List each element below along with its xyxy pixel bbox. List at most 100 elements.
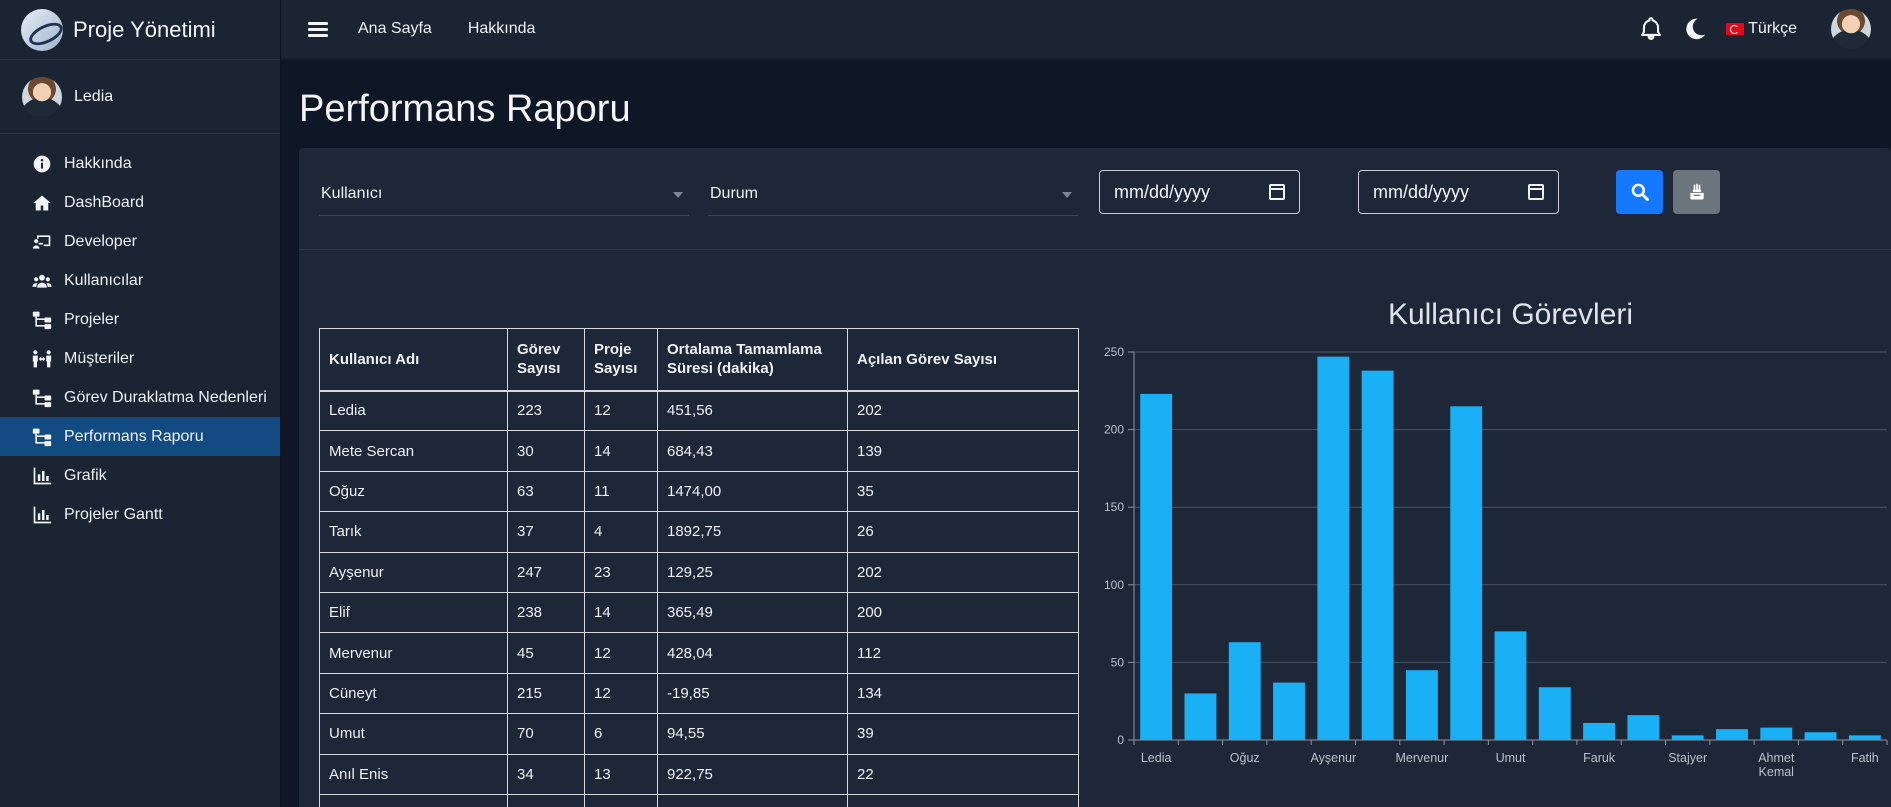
user-panel[interactable]: Ledia bbox=[0, 60, 280, 134]
bar-11[interactable] bbox=[1627, 715, 1660, 740]
table-row: Elif 238 14 365,49 200 bbox=[319, 591, 1079, 634]
people-arrows-icon bbox=[30, 349, 54, 369]
y-tick-label: 50 bbox=[1111, 655, 1125, 669]
bar-0[interactable] bbox=[1140, 393, 1173, 740]
clear-filters-button[interactable] bbox=[1673, 170, 1720, 214]
cell-task-count: 30 bbox=[507, 430, 585, 472]
start-date-input[interactable]: mm/dd/yyyy bbox=[1099, 170, 1300, 214]
sidebar-item-9[interactable]: Projeler Gantt bbox=[0, 495, 280, 534]
bar-4[interactable] bbox=[1317, 356, 1350, 740]
column-header-opened-tasks[interactable]: Açılan Görev Sayısı bbox=[847, 328, 1079, 392]
bar-2[interactable] bbox=[1228, 642, 1261, 740]
sidebar-item-label: Performans Raporu bbox=[64, 427, 204, 445]
sidebar-item-label: Developer bbox=[64, 232, 137, 250]
cell-task-count: 63 bbox=[507, 470, 585, 513]
bar-16[interactable] bbox=[1848, 735, 1881, 740]
sidebar-item-2[interactable]: Developer bbox=[0, 222, 280, 261]
sidebar-item-4[interactable]: Projeler bbox=[0, 300, 280, 339]
cell-user: Elif bbox=[319, 591, 508, 634]
cell-opened-tasks: 22 bbox=[847, 753, 1079, 795]
bell-icon[interactable] bbox=[1638, 16, 1664, 42]
bar-6[interactable] bbox=[1405, 670, 1438, 740]
bar-12[interactable] bbox=[1671, 735, 1704, 740]
end-date-value: mm/dd/yyyy bbox=[1373, 181, 1470, 202]
end-date-input[interactable]: mm/dd/yyyy bbox=[1358, 170, 1559, 214]
user-name: Ledia bbox=[74, 87, 114, 105]
cell-project-count: 23 bbox=[584, 551, 658, 593]
nav-about-link[interactable]: Hakkında bbox=[468, 20, 536, 38]
status-select[interactable]: Durum bbox=[708, 172, 1078, 216]
cell-task-count: 70 bbox=[507, 713, 585, 755]
menu-toggle-icon[interactable] bbox=[308, 19, 328, 40]
bar-9[interactable] bbox=[1538, 687, 1571, 740]
cell-avg-completion: -19,85 bbox=[657, 672, 848, 715]
users-icon bbox=[30, 271, 54, 291]
cell-project-count: 4 bbox=[584, 511, 658, 553]
cell-avg-completion: 94,55 bbox=[657, 713, 848, 755]
table-row bbox=[319, 793, 1079, 807]
cell-user: Anıl Enis bbox=[319, 753, 508, 795]
profile-avatar[interactable] bbox=[1831, 9, 1871, 49]
cell-opened-tasks: 26 bbox=[847, 511, 1079, 553]
page-title: Performans Raporu bbox=[299, 88, 631, 130]
column-header-user[interactable]: Kullanıcı Adı bbox=[319, 328, 508, 392]
turkey-flag-icon bbox=[1726, 23, 1745, 35]
table-header-row: Kullanıcı Adı Görev Sayısı Proje Sayısı … bbox=[319, 328, 1079, 392]
language-selector[interactable]: Türkçe bbox=[1726, 20, 1797, 38]
sidebar-item-label: DashBoard bbox=[64, 193, 145, 211]
sidebar-item-label: Kullanıcılar bbox=[64, 271, 144, 289]
table-body: Ledia 223 12 451,56 202 Mete Sercan 30 14 684,43… bbox=[319, 389, 1079, 807]
broom-icon bbox=[1689, 183, 1704, 200]
column-header-avg-completion[interactable]: Ortalama Tamamlama Süresi (dakika) bbox=[657, 328, 848, 392]
cell-user: Mete Sercan bbox=[319, 430, 508, 472]
bar-13[interactable] bbox=[1716, 729, 1748, 740]
cell-task-count bbox=[507, 793, 585, 807]
calendar-icon[interactable] bbox=[1269, 184, 1285, 200]
sidebar-item-0[interactable]: Hakkında bbox=[0, 144, 280, 183]
cell-opened-tasks: 134 bbox=[847, 672, 1079, 715]
sidebar-item-7[interactable]: Performans Raporu bbox=[0, 417, 280, 456]
search-button[interactable] bbox=[1616, 170, 1663, 214]
cell-user: Umut bbox=[319, 713, 508, 755]
cell-task-count: 223 bbox=[507, 389, 585, 432]
bar-15[interactable] bbox=[1804, 732, 1837, 740]
cell-user: Mervenur bbox=[319, 632, 508, 674]
sidebar-item-5[interactable]: Müşteriler bbox=[0, 339, 280, 378]
moon-icon[interactable] bbox=[1682, 16, 1708, 42]
search-icon bbox=[1631, 183, 1649, 201]
bar-10[interactable] bbox=[1583, 722, 1616, 740]
cell-task-count: 238 bbox=[507, 591, 585, 634]
cell-opened-tasks: 200 bbox=[847, 591, 1079, 634]
bar-5[interactable] bbox=[1361, 370, 1394, 740]
sidebar-item-8[interactable]: Grafik bbox=[0, 456, 280, 495]
sidebar-item-label: Müşteriler bbox=[64, 349, 135, 367]
calendar-icon[interactable] bbox=[1528, 184, 1544, 200]
cell-project-count: 12 bbox=[584, 672, 658, 715]
cell-project-count: 12 bbox=[584, 389, 658, 432]
sitemap-icon bbox=[30, 427, 54, 447]
chalkboard-icon bbox=[30, 232, 54, 252]
sidebar: Proje Yönetimi Ledia Hakkında DashBoard De… bbox=[0, 0, 281, 807]
bar-3[interactable] bbox=[1273, 682, 1305, 740]
home-icon bbox=[30, 193, 54, 213]
bar-1[interactable] bbox=[1184, 693, 1217, 740]
app-title: Proje Yönetimi bbox=[73, 16, 216, 42]
bar-8[interactable] bbox=[1494, 631, 1527, 740]
table-row: Mete Sercan 30 14 684,43 139 bbox=[319, 430, 1079, 472]
nav-home-link[interactable]: Ana Sayfa bbox=[358, 20, 432, 38]
table-row: Oğuz 63 11 1474,00 35 bbox=[319, 470, 1079, 513]
bar-7[interactable] bbox=[1450, 406, 1483, 740]
column-header-task-count[interactable]: Görev Sayısı bbox=[507, 328, 585, 392]
sidebar-item-1[interactable]: DashBoard bbox=[0, 183, 280, 222]
sidebar-item-6[interactable]: Görev Duraklatma Nedenleri bbox=[0, 378, 280, 417]
cell-task-count: 37 bbox=[507, 511, 585, 553]
sidebar-item-3[interactable]: Kullanıcılar bbox=[0, 261, 280, 300]
table-row: Cüneyt 215 12 -19,85 134 bbox=[319, 672, 1079, 715]
user-avatar bbox=[22, 76, 62, 117]
brand[interactable]: Proje Yönetimi bbox=[0, 0, 280, 60]
info-icon bbox=[30, 154, 54, 174]
column-header-project-count[interactable]: Proje Sayısı bbox=[584, 328, 658, 392]
cell-user: Ayşenur bbox=[319, 551, 508, 593]
bar-14[interactable] bbox=[1760, 727, 1793, 740]
user-select[interactable]: Kullanıcı bbox=[319, 172, 689, 216]
